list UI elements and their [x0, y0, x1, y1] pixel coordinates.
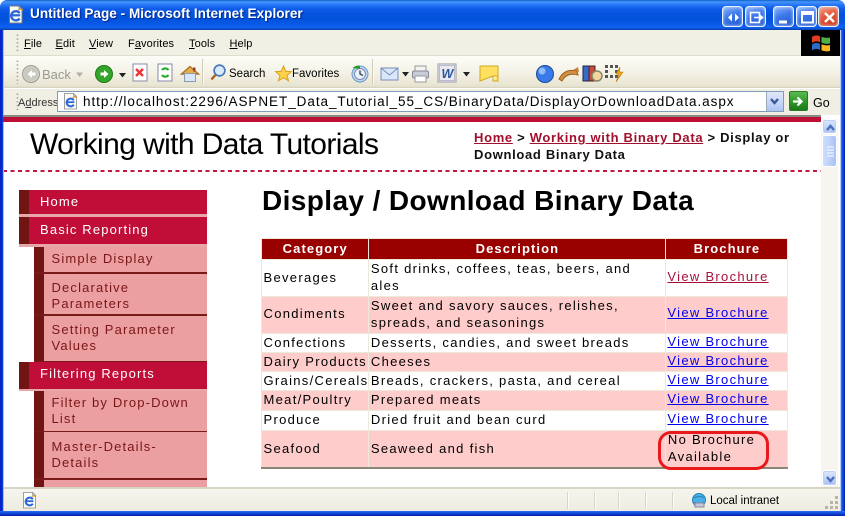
- svg-text:W: W: [442, 67, 455, 81]
- svg-text:Back: Back: [42, 67, 71, 82]
